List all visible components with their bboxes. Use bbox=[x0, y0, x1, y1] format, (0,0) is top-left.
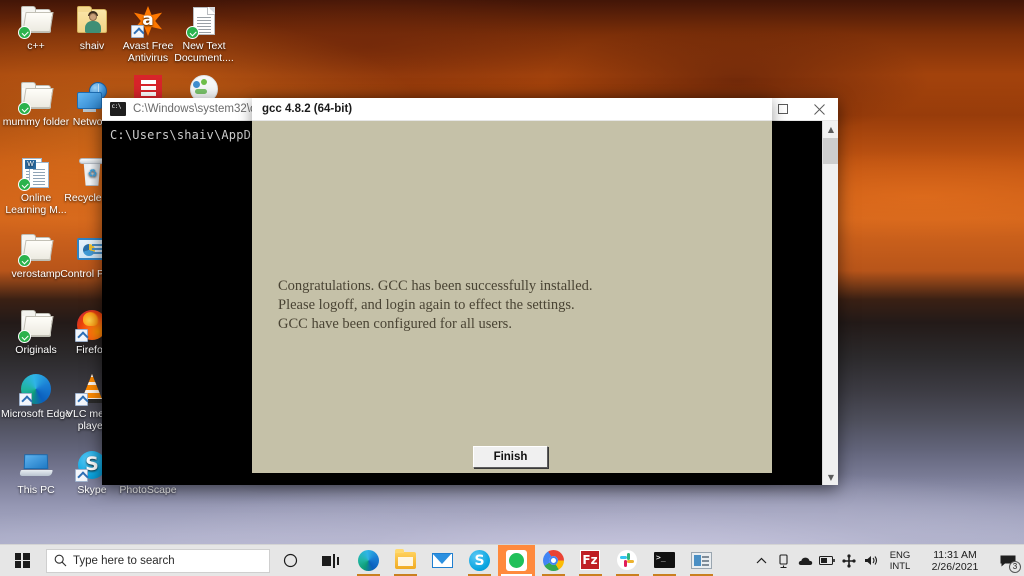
folder-icon bbox=[18, 4, 54, 39]
show-hidden-icons-chevron-icon[interactable] bbox=[750, 545, 772, 576]
notifications-button[interactable]: 3 bbox=[992, 545, 1024, 576]
clock-date: 2/26/2021 bbox=[931, 560, 979, 573]
network-icon[interactable] bbox=[838, 545, 860, 576]
installer-icon bbox=[506, 550, 527, 571]
taskbar-app-filezilla[interactable]: Fz bbox=[572, 545, 609, 576]
language-indicator[interactable]: ENG INTL bbox=[882, 545, 918, 576]
taskbar-app-command-prompt[interactable] bbox=[646, 545, 683, 576]
cortana-button[interactable] bbox=[270, 545, 310, 576]
taskbar-app-slack[interactable] bbox=[609, 545, 646, 576]
edge-icon bbox=[19, 372, 53, 406]
text-document-icon bbox=[186, 4, 221, 39]
search-placeholder-text: Type here to search bbox=[73, 554, 175, 567]
taskbar: Type here to search S Fz >_ ENG INTL 11:… bbox=[0, 544, 1024, 576]
desktop-screen: c++ shaiv a Avast Free Antivirus New Tex… bbox=[0, 0, 1024, 576]
folder-person-icon bbox=[75, 4, 109, 38]
search-input[interactable]: Type here to search bbox=[46, 548, 270, 573]
folder-icon bbox=[18, 308, 54, 343]
gcc-installer-dialog[interactable]: gcc 4.8.2 (64-bit) Congratulations. GCC … bbox=[252, 98, 772, 473]
chrome-icon bbox=[543, 550, 564, 571]
mail-icon bbox=[432, 550, 453, 571]
finish-button[interactable]: Finish bbox=[473, 446, 548, 468]
search-icon bbox=[47, 554, 73, 567]
this-pc-icon bbox=[19, 448, 53, 482]
windows-logo-icon bbox=[14, 553, 30, 568]
language-line-1: ENG bbox=[889, 549, 911, 561]
slack-icon bbox=[617, 550, 638, 571]
clock[interactable]: 11:31 AM 2/26/2021 bbox=[918, 545, 992, 576]
close-button[interactable] bbox=[801, 98, 838, 121]
notification-count-badge: 3 bbox=[1009, 560, 1021, 573]
volume-icon[interactable] bbox=[860, 545, 882, 576]
taskbar-app-google-chrome[interactable] bbox=[535, 545, 572, 576]
language-line-2: INTL bbox=[889, 560, 911, 572]
cmd-window-controls bbox=[764, 98, 838, 121]
battery-icon[interactable] bbox=[816, 545, 838, 576]
onedrive-sync-icon[interactable] bbox=[772, 545, 794, 576]
system-tray: ENG INTL 11:31 AM 2/26/2021 3 bbox=[750, 545, 1024, 576]
start-button[interactable] bbox=[0, 545, 44, 576]
taskbar-app-mail[interactable] bbox=[424, 545, 461, 576]
photoscape-icon bbox=[691, 550, 712, 571]
taskbar-app-file-explorer[interactable] bbox=[387, 545, 424, 576]
desktop-icon-label: New Text Document.... bbox=[174, 40, 234, 64]
taskbar-app-skype[interactable]: S bbox=[461, 545, 498, 576]
folder-icon bbox=[18, 232, 54, 267]
gcc-dialog-title: gcc 4.8.2 (64-bit) bbox=[262, 103, 353, 115]
taskbar-app-installer[interactable] bbox=[498, 544, 535, 576]
avast-icon: a bbox=[131, 4, 165, 38]
file-explorer-icon bbox=[395, 549, 416, 571]
edge-icon bbox=[358, 550, 379, 571]
scroll-up-arrow[interactable]: ▲ bbox=[823, 121, 838, 137]
console-icon bbox=[110, 102, 126, 116]
taskbar-app-photoscape[interactable] bbox=[683, 545, 720, 576]
folder-icon bbox=[18, 80, 54, 115]
clock-time: 11:31 AM bbox=[933, 548, 977, 561]
scrollbar-thumb[interactable] bbox=[823, 138, 838, 164]
skype-icon: S bbox=[469, 550, 490, 571]
gcc-title-bar[interactable]: gcc 4.8.2 (64-bit) bbox=[252, 98, 772, 121]
desktop-icon-new-text-document[interactable]: New Text Document.... bbox=[168, 4, 240, 64]
filezilla-icon: Fz bbox=[580, 550, 601, 571]
cloud-icon[interactable] bbox=[794, 545, 816, 576]
task-view-button[interactable] bbox=[310, 545, 350, 576]
taskbar-app-microsoft-edge[interactable] bbox=[350, 545, 387, 576]
gcc-dialog-body: Congratulations. GCC has been successful… bbox=[252, 121, 772, 473]
gcc-success-message: Congratulations. GCC has been successful… bbox=[278, 278, 593, 332]
desktop-icon-label: PhotoScape bbox=[119, 484, 177, 496]
document-icon: W bbox=[18, 156, 53, 191]
command-prompt-icon bbox=[654, 550, 675, 571]
scroll-down-arrow[interactable]: ▼ bbox=[823, 469, 838, 485]
cmd-scrollbar[interactable]: ▲ ▼ bbox=[822, 121, 838, 485]
